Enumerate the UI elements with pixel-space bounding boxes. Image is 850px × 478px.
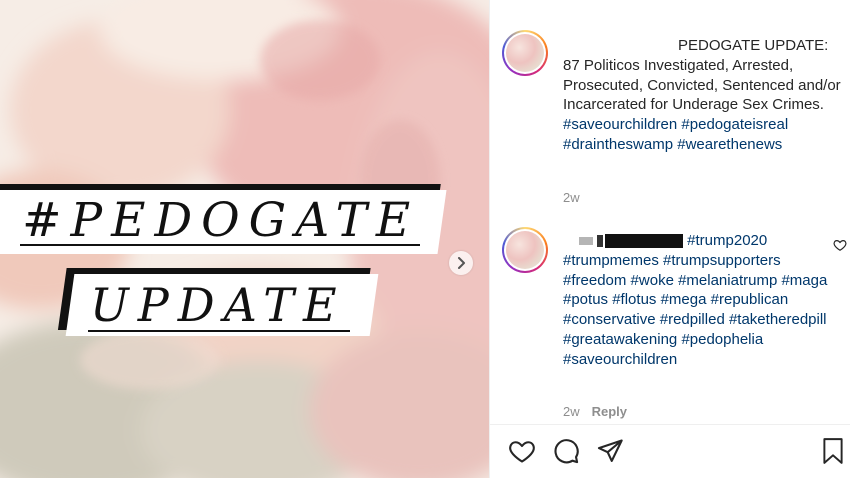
hashtag-link[interactable]: #redpilled [660,311,725,328]
hashtag-link[interactable]: #potus [563,291,608,308]
hashtag-link[interactable]: #republican [711,291,789,308]
hashtag-link[interactable]: #melaniatrump [678,272,777,289]
avatar[interactable] [502,227,548,273]
comment-meta: 2w Reply [563,404,627,419]
banner-underline [20,244,420,246]
caption-text: PEDOGATE UPDATE: 87 Politicos Investigat… [563,37,841,114]
divider [490,424,850,425]
image-headline-line2: UPDATE [65,274,379,336]
hashtag-link[interactable]: #greatawakening [563,331,677,348]
chevron-right-icon [458,257,465,269]
hashtag-link[interactable]: #flotus [612,291,656,308]
comment-bubble-icon[interactable] [552,437,580,465]
hashtag-link[interactable]: #mega [661,291,707,308]
hashtag-link[interactable]: #draintheswamp [563,136,673,153]
hashtag-link[interactable]: #wearethenews [677,136,782,153]
username-redaction [579,237,593,246]
hashtag-link[interactable]: #pedogateisreal [681,116,788,133]
hashtag-link[interactable]: #saveourchildren [563,116,677,133]
reply-button[interactable]: Reply [592,404,627,419]
hashtag-link[interactable]: #conservative [563,311,656,328]
paper-plane-icon[interactable] [596,437,624,465]
username-redaction[interactable] [605,234,683,249]
hashtag-link[interactable]: #pedophelia [681,331,763,348]
hashtag-link[interactable]: #woke [631,272,674,289]
hashtag-link[interactable]: #freedom [563,272,626,289]
hashtag-link[interactable]: #trumpmemes [563,252,659,269]
hashtag-link[interactable]: #trumpsupporters [663,252,781,269]
post-image[interactable]: #PEDOGATE UPDATE [0,0,489,478]
hashtag-link[interactable]: #saveourchildren [563,351,677,368]
heart-icon[interactable] [833,238,847,252]
bookmark-icon[interactable] [820,437,846,465]
hashtag-link[interactable]: #maga [781,272,827,289]
username-redaction [597,235,603,248]
hashtag-link[interactable]: #trump2020 [687,232,767,249]
carousel-next-button[interactable] [449,251,473,275]
post-timestamp[interactable]: 2w [563,190,580,205]
hashtag-link[interactable]: #taketheredpill [729,311,827,328]
avatar[interactable] [502,30,548,76]
comment-timestamp[interactable]: 2w [563,404,580,419]
banner-underline [88,330,350,332]
heart-icon[interactable] [508,437,536,465]
comment-text: #trump2020 #trumpmemes #trumpsupporters … [563,231,833,370]
post-details-panel: PEDOGATE UPDATE: 87 Politicos Investigat… [489,0,850,478]
post-caption: PEDOGATE UPDATE: 87 Politicos Investigat… [563,36,845,155]
